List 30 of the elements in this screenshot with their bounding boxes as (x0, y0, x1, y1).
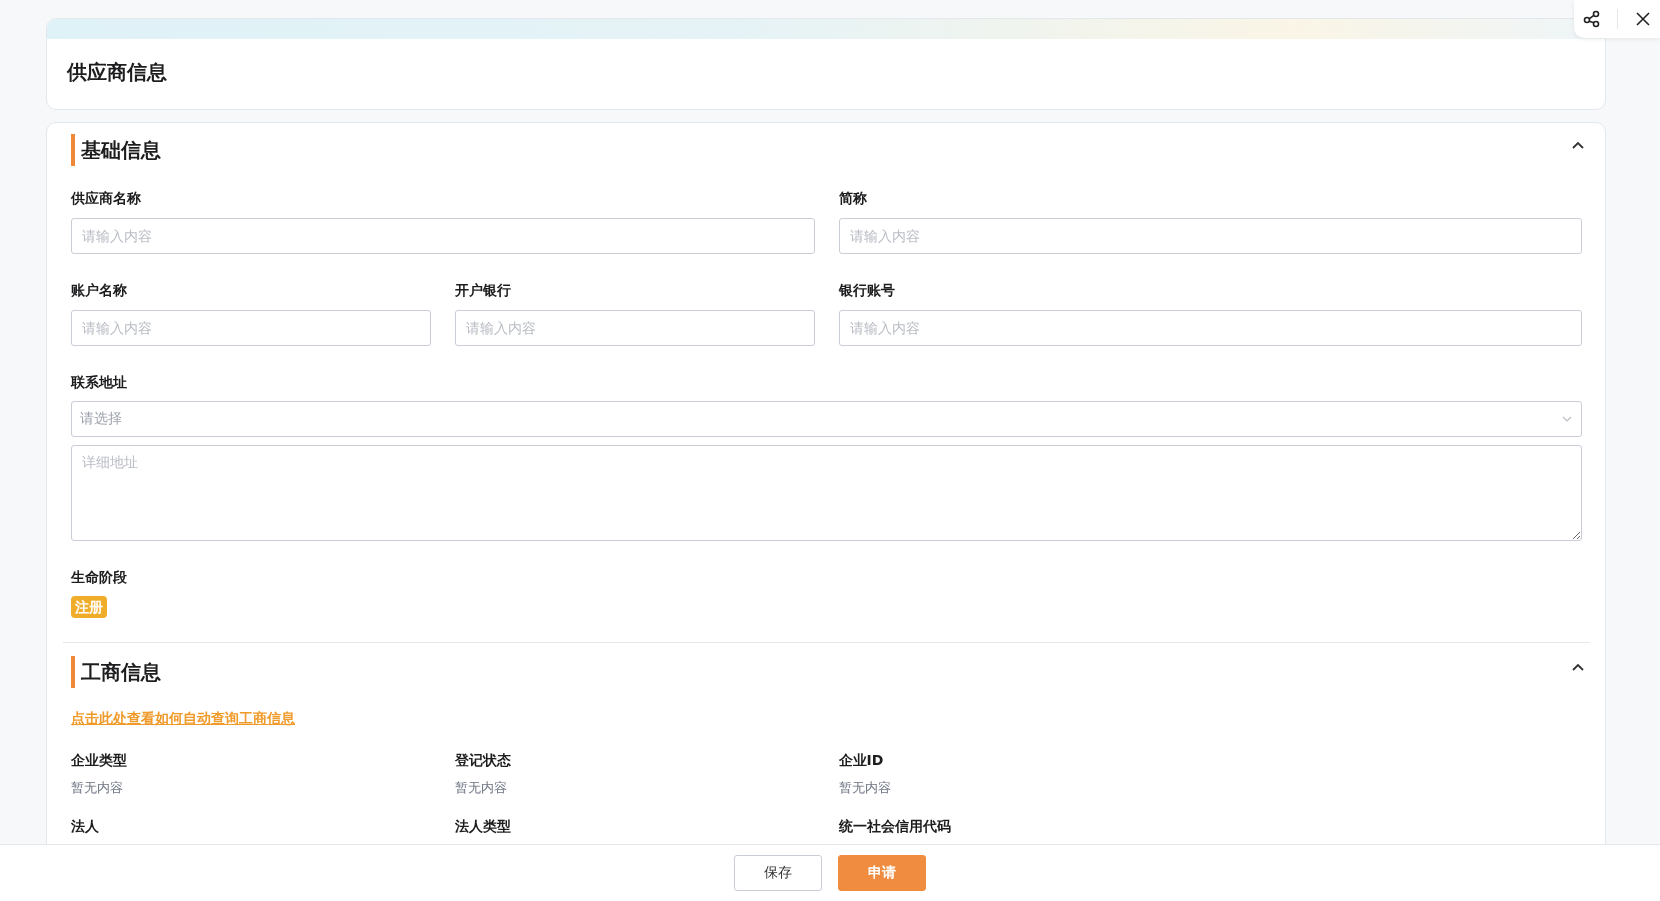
page-title: 供应商信息 (66, 59, 168, 86)
field-value: 暂无内容 (71, 779, 123, 797)
field-label: 简称 (838, 189, 868, 208)
field-label: 生命阶段 (71, 568, 128, 587)
select-field[interactable]: 请选择 (71, 401, 1582, 437)
save-button[interactable]: 保存 (734, 855, 822, 891)
field-label: 开户银行 (454, 281, 512, 300)
field-label: 登记状态 (454, 751, 511, 770)
stage-tag: 注册 (71, 596, 107, 618)
input-field[interactable]: 请输入内容 (71, 218, 815, 254)
input-field[interactable]: 请输入内容 (838, 218, 1582, 254)
field-label: 法人 (71, 817, 99, 836)
field-value: 暂无内容 (838, 779, 891, 797)
input-field[interactable]: 请输入内容 (71, 310, 431, 346)
field-label: 企业类型 (71, 751, 127, 770)
field-label: 法人类型 (454, 817, 511, 836)
field-label: 联系地址 (71, 373, 128, 392)
input-field[interactable]: 请输入内容 (454, 310, 815, 346)
field-label: 银行账号 (838, 281, 896, 300)
submit-button[interactable]: 申请 (838, 855, 926, 891)
field-label: 企业ID (838, 751, 884, 770)
help-link[interactable]: 点击此处查看如何自动查询工商信息 (71, 710, 295, 728)
section-title: 工商信息 (71, 656, 161, 688)
section-title: 基础信息 (71, 134, 161, 166)
field-label: 统一社会信用代码 (838, 817, 951, 836)
input-field[interactable]: 请输入内容 (838, 310, 1582, 346)
field-label: 账户名称 (71, 281, 128, 300)
field-value: 暂无内容 (454, 779, 507, 797)
textarea-field[interactable]: 详细地址 (71, 445, 1582, 541)
field-label: 供应商名称 (71, 189, 142, 208)
